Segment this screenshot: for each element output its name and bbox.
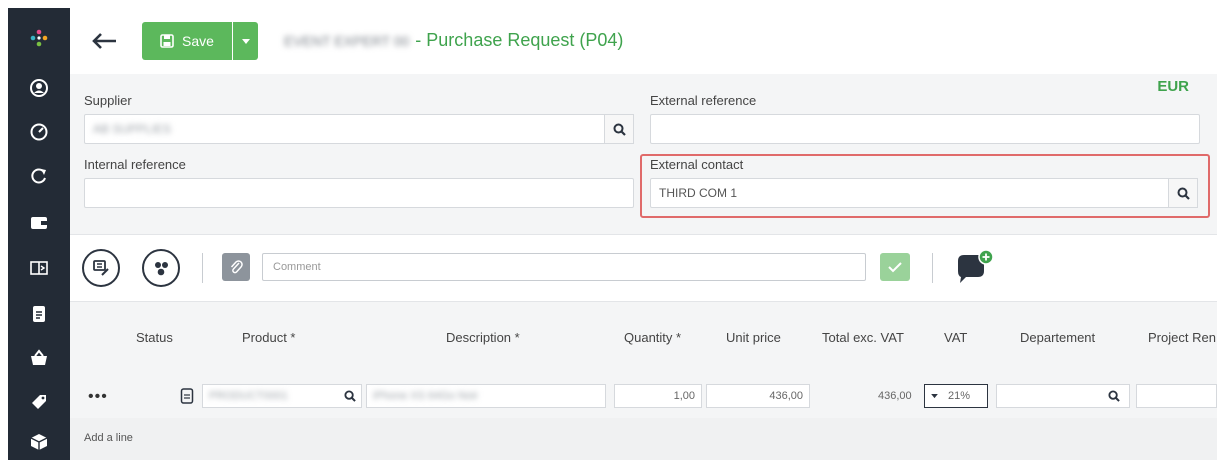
save-label: Save <box>182 33 214 49</box>
status-document-icon[interactable] <box>180 388 194 407</box>
external-contact-search-icon[interactable] <box>1168 178 1198 208</box>
unit-price-field[interactable]: 436,00 <box>706 384 810 408</box>
refresh-icon[interactable] <box>8 156 70 196</box>
external-contact-field[interactable]: THIRD COM 1 <box>650 178 1170 208</box>
external-contact-label: External contact <box>650 157 744 172</box>
save-button[interactable]: Save <box>142 22 232 60</box>
signature-icon[interactable] <box>82 249 120 287</box>
table-row: ••• PRODUCT0001 iPhone XS 64Go Noir 1,00… <box>70 378 1217 418</box>
comment-input[interactable]: Comment <box>262 253 866 281</box>
lines-table-header: Status Product * Description * Quantity … <box>70 302 1217 378</box>
vat-value: 21% <box>948 390 971 402</box>
column-header-product[interactable]: Product * <box>242 330 295 345</box>
external-reference-label: External reference <box>650 93 757 108</box>
save-button-group: Save <box>142 22 258 60</box>
supplier-label: Supplier <box>84 93 132 108</box>
add-message-chat-icon[interactable] <box>950 247 998 287</box>
supplier-field[interactable]: AB SUPPLIES <box>84 114 608 144</box>
column-header-description[interactable]: Description * <box>446 330 520 345</box>
column-header-total-exc-vat[interactable]: Total exc. VAT <box>822 330 904 345</box>
record-name-blurred: EVENT EXPERT 00 <box>284 32 410 49</box>
column-header-quantity[interactable]: Quantity * <box>624 330 681 345</box>
vat-select[interactable]: 21% <box>924 384 988 408</box>
caret-down-icon <box>241 34 250 48</box>
description-value: iPhone XS 64Go Noir <box>373 390 479 402</box>
product-field[interactable]: PRODUCT0001 <box>202 384 362 408</box>
comment-placeholder: Comment <box>273 261 321 273</box>
currency-label: EUR <box>1157 78 1189 95</box>
top-bar: Save EVENT EXPERT 00 - Purchase Request … <box>70 8 1217 74</box>
product-value: PRODUCT0001 <box>209 390 288 402</box>
box-icon[interactable] <box>8 422 70 462</box>
column-header-vat[interactable]: VAT <box>944 330 967 345</box>
user-icon[interactable] <box>8 68 70 108</box>
app-window: Save EVENT EXPERT 00 - Purchase Request … <box>0 0 1217 460</box>
external-reference-field[interactable] <box>650 114 1200 144</box>
departement-search-icon[interactable] <box>1108 390 1120 405</box>
external-contact-value: THIRD COM 1 <box>659 186 737 200</box>
tag-icon[interactable] <box>8 382 70 422</box>
add-line-link[interactable]: Add a line <box>84 432 133 444</box>
toolbar-divider-2 <box>932 253 933 283</box>
main-content: Save EVENT EXPERT 00 - Purchase Request … <box>70 8 1217 460</box>
column-header-unit-price[interactable]: Unit price <box>726 330 781 345</box>
quantity-value: 1,00 <box>673 390 695 402</box>
sidebar <box>8 8 70 460</box>
workflow-users-icon[interactable] <box>142 249 180 287</box>
wallet-icon[interactable] <box>8 202 70 242</box>
action-toolbar: Comment <box>70 234 1217 302</box>
dashboard-gauge-icon[interactable] <box>8 112 70 152</box>
book-icon[interactable] <box>8 248 70 288</box>
supplier-search-icon[interactable] <box>604 114 634 144</box>
toolbar-divider <box>202 253 203 283</box>
confirm-comment-check-icon[interactable] <box>880 253 910 281</box>
vat-caret-down-icon <box>931 390 938 402</box>
internal-reference-label: Internal reference <box>84 157 186 172</box>
save-dropdown-toggle[interactable] <box>232 22 258 60</box>
supplier-value: AB SUPPLIES <box>93 122 172 136</box>
header-form: EUR Supplier AB SUPPLIES External refere… <box>70 74 1217 234</box>
row-menu-button[interactable]: ••• <box>88 388 108 406</box>
page-title-text: - Purchase Request (P04) <box>415 30 624 50</box>
document-icon[interactable] <box>8 294 70 334</box>
paperclip-icon[interactable] <box>222 253 250 281</box>
basket-icon[interactable] <box>8 338 70 378</box>
unit-price-value: 436,00 <box>769 390 803 402</box>
total-exc-vat-value: 436,00 <box>878 390 912 402</box>
back-arrow-icon[interactable] <box>88 28 120 54</box>
column-header-project[interactable]: Project Ren <box>1148 330 1216 345</box>
page-title: EVENT EXPERT 00 - Purchase Request (P04) <box>284 30 623 51</box>
internal-reference-field[interactable] <box>84 178 634 208</box>
column-header-departement[interactable]: Departement <box>1020 330 1095 345</box>
column-header-status[interactable]: Status <box>136 330 173 345</box>
description-field[interactable]: iPhone XS 64Go Noir <box>366 384 606 408</box>
floppy-disk-icon <box>160 34 174 48</box>
project-field[interactable] <box>1136 384 1217 408</box>
product-search-icon[interactable] <box>344 390 356 405</box>
logo-dots-icon[interactable] <box>8 18 70 58</box>
quantity-field[interactable]: 1,00 <box>614 384 702 408</box>
